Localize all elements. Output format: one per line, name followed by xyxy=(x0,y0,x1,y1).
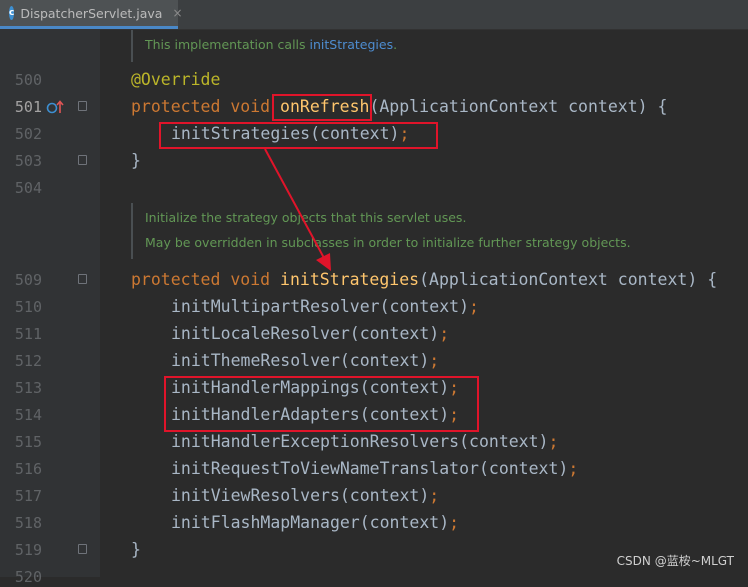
fold-marker-icon[interactable] xyxy=(78,274,87,284)
line-number: 516 xyxy=(14,460,42,478)
line-number: 504 xyxy=(14,179,42,197)
doc-comment-bar xyxy=(131,203,133,259)
line-number: 500 xyxy=(14,71,42,89)
tab-label: DispatcherServlet.java xyxy=(20,5,163,21)
editor-tab-bar: c DispatcherServlet.java × xyxy=(0,0,748,30)
java-class-icon: c xyxy=(9,6,15,20)
code-line-call: initFlashMapManager(context); xyxy=(171,513,460,532)
highlight-box-handler-calls xyxy=(164,376,479,432)
closing-brace: } xyxy=(131,151,141,170)
highlight-box-onrefresh xyxy=(272,94,372,121)
code-line-call: initMultipartResolver(context); xyxy=(171,297,479,316)
overrides-method-icon[interactable] xyxy=(46,99,64,115)
code-line-call: initLocaleResolver(context); xyxy=(171,324,450,343)
doc-comment-line: May be overridden in subclasses in order… xyxy=(145,235,631,250)
method-initstrategies: initStrategies xyxy=(280,270,420,289)
fold-marker-icon[interactable] xyxy=(78,101,87,111)
line-number: 501 xyxy=(14,98,42,116)
code-line-onrefresh: protected void onRefresh(ApplicationCont… xyxy=(131,97,668,116)
tab-dispatcherservlet[interactable]: c DispatcherServlet.java × xyxy=(0,0,183,29)
line-number: 515 xyxy=(14,433,42,451)
code-line-initstrategies-decl: protected void initStrategies(Applicatio… xyxy=(131,270,718,289)
code-line-call: initRequestToViewNameTranslator(context)… xyxy=(171,459,579,478)
line-number: 503 xyxy=(14,152,42,170)
line-number: 517 xyxy=(14,487,42,505)
line-number: 511 xyxy=(14,325,42,343)
closing-brace: } xyxy=(131,540,141,559)
watermark: CSDN @蓝桉~MLGT xyxy=(616,554,734,568)
highlight-box-initstrategies-call xyxy=(159,122,438,149)
code-line-call: initViewResolvers(context); xyxy=(171,486,440,505)
line-number: 520 xyxy=(14,568,42,586)
line-number: 510 xyxy=(14,298,42,316)
line-number: 519 xyxy=(14,541,42,559)
line-number: 513 xyxy=(14,379,42,397)
annotation-override: @Override xyxy=(131,70,221,89)
fold-marker-icon[interactable] xyxy=(78,544,87,554)
fold-marker-icon[interactable] xyxy=(78,155,87,165)
code-line-call: initHandlerExceptionResolvers(context); xyxy=(171,432,559,451)
line-number: 509 xyxy=(14,271,42,289)
code-line-call: initThemeResolver(context); xyxy=(171,351,440,370)
doc-comment-bar xyxy=(131,30,133,62)
doc-link[interactable]: initStrategies xyxy=(310,37,394,52)
doc-comment: This implementation calls initStrategies… xyxy=(145,37,398,52)
line-number: 518 xyxy=(14,514,42,532)
doc-comment-line: Initialize the strategy objects that thi… xyxy=(145,210,467,225)
line-number: 502 xyxy=(14,125,42,143)
line-number: 512 xyxy=(14,352,42,370)
close-icon[interactable]: × xyxy=(172,6,182,20)
line-number: 514 xyxy=(14,406,42,424)
